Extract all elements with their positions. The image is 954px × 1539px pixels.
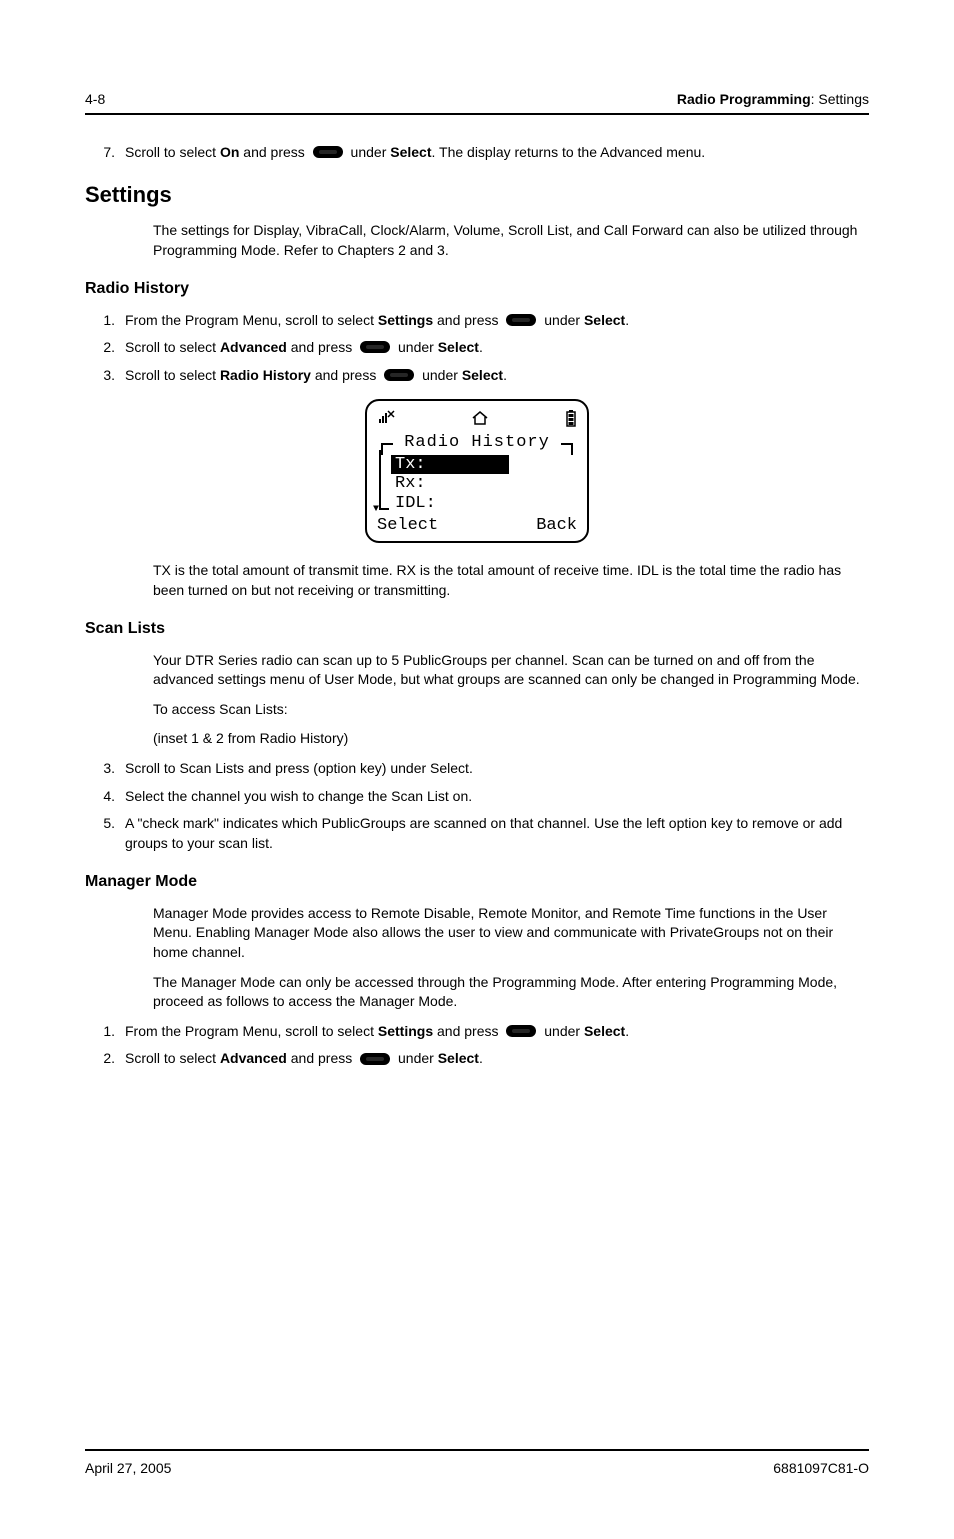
sl-step-4: 4. Select the channel you wish to change… [85, 787, 869, 807]
step-number: 7. [85, 143, 115, 163]
option-key-icon [313, 146, 343, 158]
settings-heading: Settings [85, 180, 869, 211]
section-title-plain: : Settings [811, 91, 869, 107]
continued-steps: 7. Scroll to select On and press under S… [85, 143, 869, 163]
radio-screen-illustration: Radio History Tx: Rx: IDL: ▼ Select Back [365, 399, 589, 543]
section-title: Radio Programming: Settings [677, 90, 869, 110]
settings-intro: The settings for Display, VibraCall, Clo… [153, 221, 869, 260]
option-key-icon [506, 314, 536, 326]
manager-mode-heading: Manager Mode [85, 871, 869, 893]
footer-date: April 27, 2005 [85, 1459, 171, 1479]
page-number: 4-8 [85, 90, 105, 110]
manager-mode-p2: The Manager Mode can only be accessed th… [153, 973, 869, 1012]
option-key-icon [506, 1025, 536, 1037]
scan-lists-steps: 3. Scroll to Scan Lists and press (optio… [85, 759, 869, 853]
rh-step-1: 1. From the Program Menu, scroll to sele… [85, 311, 869, 331]
softkey-back: Back [536, 516, 577, 536]
scan-lists-p2: To access Scan Lists: [153, 700, 869, 720]
radio-history-steps: 1. From the Program Menu, scroll to sele… [85, 311, 869, 386]
screen-row-tx: Tx: [391, 455, 509, 475]
signal-icon [377, 410, 395, 430]
sl-step-3: 3. Scroll to Scan Lists and press (optio… [85, 759, 869, 779]
radio-history-note: TX is the total amount of transmit time.… [153, 561, 869, 600]
mm-step-1: 1. From the Program Menu, scroll to sele… [85, 1022, 869, 1042]
sl-step-5: 5. A "check mark" indicates which Public… [85, 814, 869, 853]
home-icon [471, 410, 489, 430]
option-key-icon [360, 341, 390, 353]
scan-lists-heading: Scan Lists [85, 618, 869, 640]
step-7: 7. Scroll to select On and press under S… [85, 143, 869, 163]
page-header: 4-8 Radio Programming: Settings [85, 90, 869, 115]
step-body: Scroll to select On and press under Sele… [125, 143, 869, 163]
screen-title: Radio History [377, 433, 577, 453]
radio-history-heading: Radio History [85, 278, 869, 300]
mm-step-2: 2. Scroll to select Advanced and press u… [85, 1049, 869, 1069]
softkey-select: Select [377, 516, 438, 536]
option-key-icon [384, 369, 414, 381]
option-key-icon [360, 1053, 390, 1065]
screen-row-idl: IDL: [391, 494, 577, 514]
scan-lists-p3: (inset 1 & 2 from Radio History) [153, 729, 869, 749]
section-title-bold: Radio Programming [677, 91, 811, 107]
rh-step-2: 2. Scroll to select Advanced and press u… [85, 338, 869, 358]
manager-mode-steps: 1. From the Program Menu, scroll to sele… [85, 1022, 869, 1069]
footer-docnum: 6881097C81-O [773, 1459, 869, 1479]
manager-mode-p1: Manager Mode provides access to Remote D… [153, 904, 869, 963]
scroll-down-icon: ▼ [373, 504, 379, 516]
page-footer: April 27, 2005 6881097C81-O [85, 1449, 869, 1479]
screen-row-rx: Rx: [391, 474, 577, 494]
scan-lists-p1: Your DTR Series radio can scan up to 5 P… [153, 651, 869, 690]
battery-icon [565, 409, 577, 429]
rh-step-3: 3. Scroll to select Radio History and pr… [85, 366, 869, 386]
